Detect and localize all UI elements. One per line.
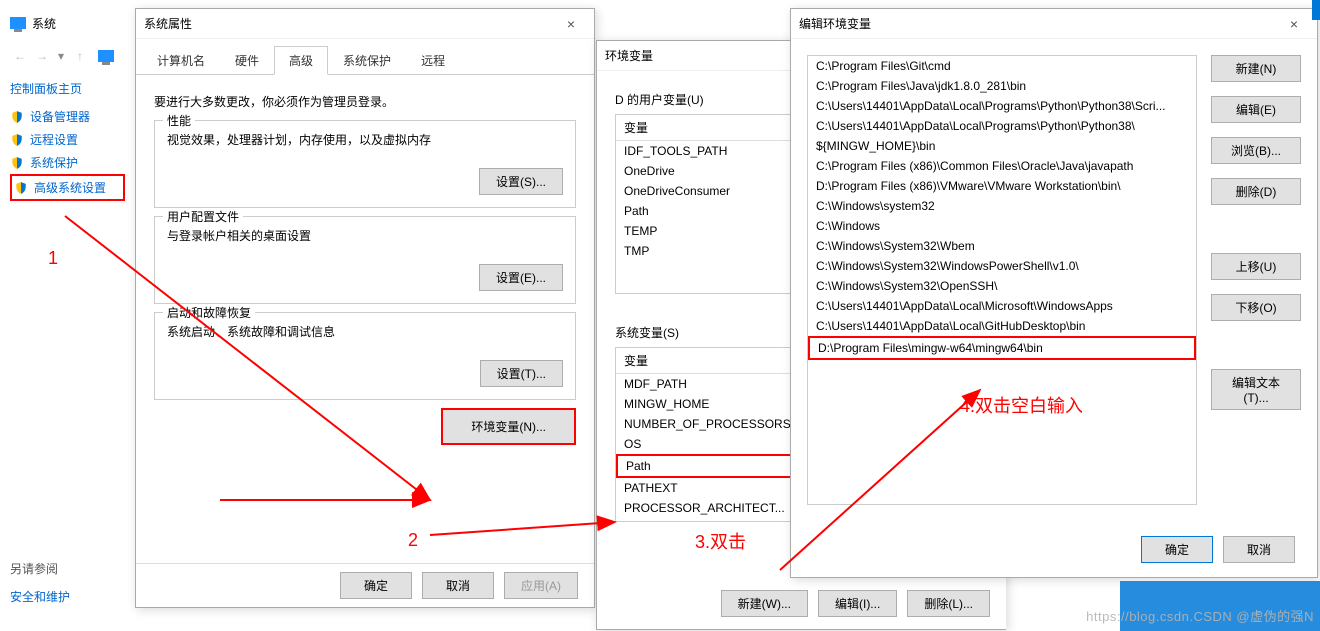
control-panel-sidebar: 系统 ← → ▾ ↑ 控制面板主页 设备管理器 远程设置 系统保护 高级系统设置… [0,0,135,211]
startup-settings-button[interactable]: 设置(T)... [480,360,563,387]
intro-text: 要进行大多数更改，你必须作为管理员登录。 [154,93,576,110]
down-button[interactable]: 下移(O) [1211,294,1301,321]
forward-arrow-icon[interactable]: → [32,46,52,66]
window-edge [1312,0,1320,20]
sidebar-home-link[interactable]: 控制面板主页 [10,80,125,97]
dialog-title: 系统属性 [144,15,192,32]
list-item[interactable]: C:\Users\14401\AppData\Local\Programs\Py… [808,116,1196,136]
sidebar-item-device-manager[interactable]: 设备管理器 [10,105,125,128]
browse-button[interactable]: 浏览(B)... [1211,137,1301,164]
profile-group: 用户配置文件 与登录帐户相关的桌面设置 设置(E)... [154,216,576,304]
new-button[interactable]: 新建(W)... [721,590,808,617]
list-item[interactable]: C:\Program Files\Git\cmd [808,56,1196,76]
system-properties-dialog: 系统属性 × 计算机名 硬件 高级 系统保护 远程 要进行大多数更改，你必须作为管… [135,8,595,608]
system-icon [10,17,26,29]
list-item[interactable]: D:\Program Files (x86)\VMware\VMware Wor… [808,176,1196,196]
up-button[interactable]: 上移(U) [1211,253,1301,280]
new-button[interactable]: 新建(N) [1211,55,1301,82]
annotation-1: 1 [48,248,58,269]
tab-computer-name[interactable]: 计算机名 [142,46,220,75]
edit-button[interactable]: 编辑(E) [1211,96,1301,123]
tab-advanced[interactable]: 高级 [274,46,328,75]
tab-protection[interactable]: 系统保护 [328,46,406,75]
up-arrow-icon[interactable]: ↑ [70,46,90,66]
tab-bar: 计算机名 硬件 高级 系统保护 远程 [136,39,594,75]
see-also-label: 另请参阅 [10,560,70,577]
cancel-button[interactable]: 取消 [422,572,494,599]
delete-button[interactable]: 删除(L)... [907,590,990,617]
ok-button[interactable]: 确定 [1141,536,1213,563]
perf-group: 性能 视觉效果，处理器计划，内存使用，以及虚拟内存 设置(S)... [154,120,576,208]
sidebar-title: 系统 [32,15,56,32]
dialog-title: 环境变量 [605,47,653,64]
annotation-4: 4.双击空白输入 [960,392,1083,418]
env-var-button[interactable]: 环境变量(N)... [441,408,576,445]
apply-button[interactable]: 应用(A) [504,572,578,599]
list-item[interactable]: C:\Windows\System32\OpenSSH\ [808,276,1196,296]
perf-settings-button[interactable]: 设置(S)... [479,168,563,195]
list-item[interactable]: C:\Program Files (x86)\Common Files\Orac… [808,156,1196,176]
see-also-security[interactable]: 安全和维护 [10,585,70,608]
delete-button[interactable]: 删除(D) [1211,178,1301,205]
watermark: https://blog.csdn.CSDN @虚伪的强N [1086,606,1314,625]
dialog-title: 编辑环境变量 [799,15,871,32]
path-entries-list[interactable]: C:\Program Files\Git\cmdC:\Program Files… [807,55,1197,505]
list-item[interactable]: C:\Users\14401\AppData\Local\GitHubDeskt… [808,316,1196,336]
edit-button[interactable]: 编辑(I)... [818,590,897,617]
path-system-icon [98,50,114,62]
close-icon[interactable]: × [556,16,586,32]
annotation-3: 3.双击 [695,528,746,554]
startup-group: 启动和故障恢复 系统启动、系统故障和调试信息 设置(T)... [154,312,576,400]
close-icon[interactable]: × [1279,16,1309,32]
shield-icon [14,181,28,195]
list-item[interactable]: D:\Program Files\mingw-w64\mingw64\bin [808,336,1196,360]
list-item[interactable]: C:\Users\14401\AppData\Local\Programs\Py… [808,96,1196,116]
annotation-2: 2 [408,530,418,551]
sidebar-item-remote[interactable]: 远程设置 [10,128,125,151]
ok-button[interactable]: 确定 [340,572,412,599]
back-arrow-icon[interactable]: ← [10,46,30,66]
cancel-button[interactable]: 取消 [1223,536,1295,563]
profile-settings-button[interactable]: 设置(E)... [479,264,563,291]
list-item[interactable]: ${MINGW_HOME}\bin [808,136,1196,156]
sidebar-item-advanced[interactable]: 高级系统设置 [10,174,125,201]
shield-icon [10,156,24,170]
list-item[interactable]: C:\Program Files\Java\jdk1.8.0_281\bin [808,76,1196,96]
shield-icon [10,110,24,124]
tab-remote[interactable]: 远程 [406,46,460,75]
list-item[interactable]: C:\Users\14401\AppData\Local\Microsoft\W… [808,296,1196,316]
shield-icon [10,133,24,147]
edit-text-button[interactable]: 编辑文本(T)... [1211,369,1301,410]
list-item[interactable]: C:\Windows [808,216,1196,236]
list-item[interactable]: C:\Windows\System32\Wbem [808,236,1196,256]
list-item[interactable]: C:\Windows\system32 [808,196,1196,216]
sidebar-item-protection[interactable]: 系统保护 [10,151,125,174]
edit-env-var-dialog: 编辑环境变量× C:\Program Files\Git\cmdC:\Progr… [790,8,1318,578]
tab-hardware[interactable]: 硬件 [220,46,274,75]
list-item[interactable]: C:\Windows\System32\WindowsPowerShell\v1… [808,256,1196,276]
